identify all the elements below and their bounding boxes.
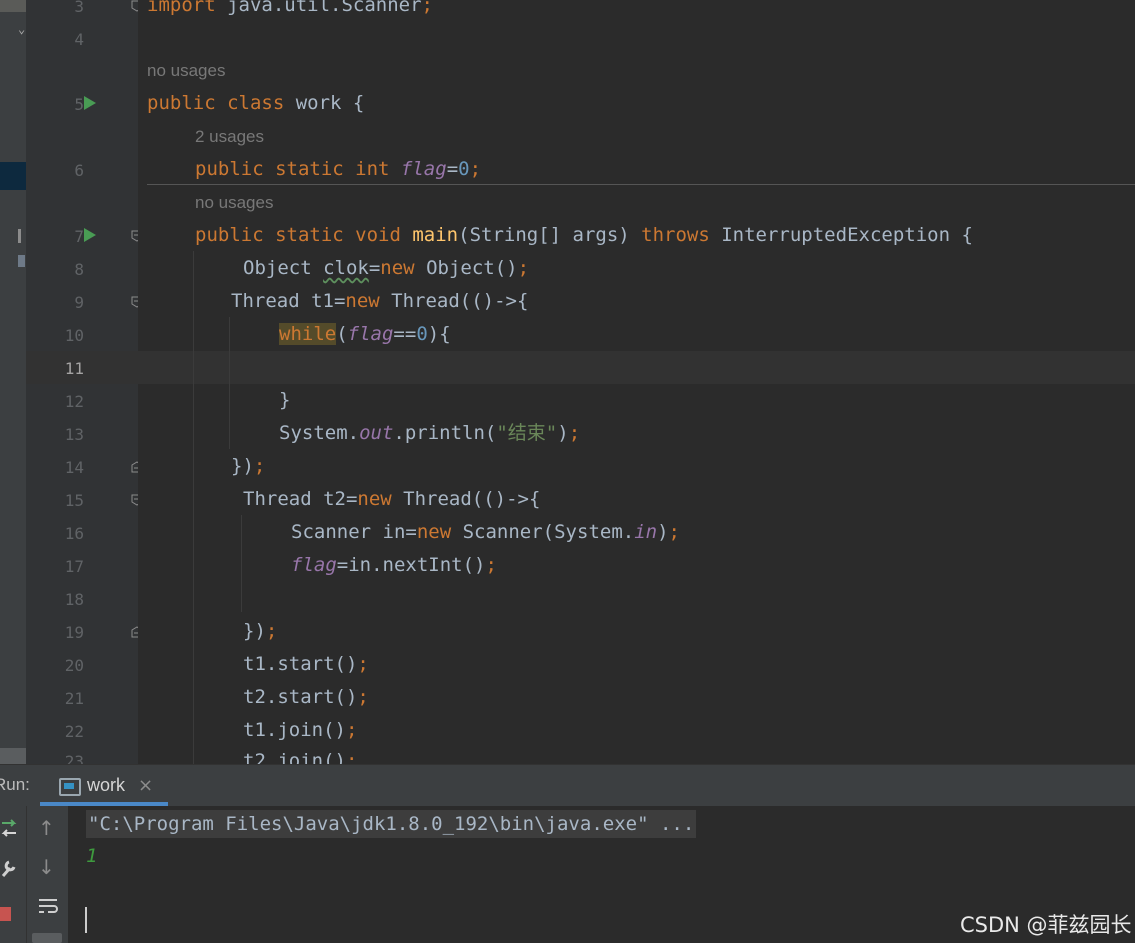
scroll-to-end-icon[interactable] [32, 933, 62, 943]
close-icon[interactable]: × [138, 775, 153, 796]
line-number: 16 [64, 524, 84, 543]
line-number: 13 [64, 425, 84, 444]
rerun-icon[interactable] [0, 817, 18, 839]
editor-gutter: 3 4 5 6 7 8 9 10 11 12 13 14 15 16 17 18… [26, 0, 143, 771]
usages-hint[interactable]: 2 usages [195, 127, 264, 147]
line-number: 18 [64, 590, 84, 609]
code-line-9: Thread t1=new Thread(()->{ [231, 290, 529, 312]
stop-icon[interactable] [0, 907, 11, 921]
run-panel-header [0, 764, 1135, 807]
run-panel-label: Run: [0, 775, 30, 794]
wrench-icon[interactable] [0, 858, 18, 878]
line-number-current: 11 [64, 359, 84, 378]
console-user-input: 1 [86, 845, 98, 867]
console-icon [59, 778, 81, 796]
project-panel-strip: ⌄ [0, 0, 26, 764]
run-class-icon[interactable] [84, 96, 96, 110]
code-line-16: Scanner in=new Scanner(System.in); [291, 521, 680, 543]
code-line-10: while(flag==0){ [279, 323, 451, 345]
line-number: 7 [74, 227, 84, 246]
line-number: 4 [74, 30, 84, 49]
code-line-22: t1.join(); [243, 719, 358, 741]
usages-hint[interactable]: no usages [147, 61, 225, 81]
code-line-21: t2.start(); [243, 686, 369, 708]
down-arrow-icon[interactable]: ↓ [38, 855, 55, 879]
code-line-14: }); [231, 455, 266, 477]
line-number: 10 [64, 326, 84, 345]
code-line-23: t2.join(); [243, 750, 358, 764]
code-line-5: public class work { [147, 92, 365, 114]
current-line-highlight [138, 351, 1135, 384]
line-number: 22 [64, 722, 84, 741]
folder-mark-icon [18, 229, 21, 243]
code-line-6: public static int flag=0; [195, 158, 482, 180]
up-arrow-icon[interactable]: ↑ [38, 816, 55, 840]
code-line-19: }); [243, 620, 278, 642]
line-number: 19 [64, 623, 84, 642]
indent-guide [241, 515, 242, 612]
strip-selection [0, 162, 26, 190]
line-number: 12 [64, 392, 84, 411]
line-number: 5 [74, 95, 84, 114]
indent-guide [229, 317, 230, 449]
line-number: 3 [74, 0, 84, 16]
line-number: 6 [74, 161, 84, 180]
code-line-13: System.out.println("结束"); [279, 422, 581, 444]
code-line-15: Thread t2=new Thread(()->{ [243, 488, 541, 510]
code-line-8: Object clok=new Object(); [243, 257, 530, 279]
line-number: 21 [64, 689, 84, 708]
file-mark-icon [18, 255, 25, 267]
run-main-icon[interactable] [84, 228, 96, 242]
console-command-line: "C:\Program Files\Java\jdk1.8.0_192\bin\… [86, 810, 697, 838]
line-number: 20 [64, 656, 84, 675]
code-line-3: import java.util.Scanner; [147, 0, 433, 16]
code-line-17: flag=in.nextInt(); [291, 554, 497, 576]
code-editor[interactable]: import java.util.Scanner; no usages publ… [138, 0, 1135, 764]
line-number: 8 [74, 260, 84, 279]
indent-guide [193, 251, 194, 764]
line-number: 9 [74, 293, 84, 312]
line-number: 15 [64, 491, 84, 510]
code-line-7: public static void main(String[] args) t… [195, 224, 973, 246]
run-tab-label[interactable]: work [87, 775, 125, 796]
strip-header [0, 0, 26, 12]
usages-hint[interactable]: no usages [195, 193, 273, 213]
line-number: 14 [64, 458, 84, 477]
watermark: CSDN @菲兹园长 [960, 913, 1132, 937]
run-toolbar-primary [0, 806, 26, 943]
soft-wrap-icon[interactable] [37, 896, 59, 918]
console-caret [85, 907, 87, 933]
chevron-down-icon[interactable]: ⌄ [18, 22, 25, 36]
line-number: 17 [64, 557, 84, 576]
horizontal-scrollbar[interactable] [0, 748, 26, 764]
run-toolbar-secondary: ↑ ↓ [26, 806, 69, 943]
code-line-12: } [279, 389, 291, 411]
code-line-20: t1.start(); [243, 653, 369, 675]
